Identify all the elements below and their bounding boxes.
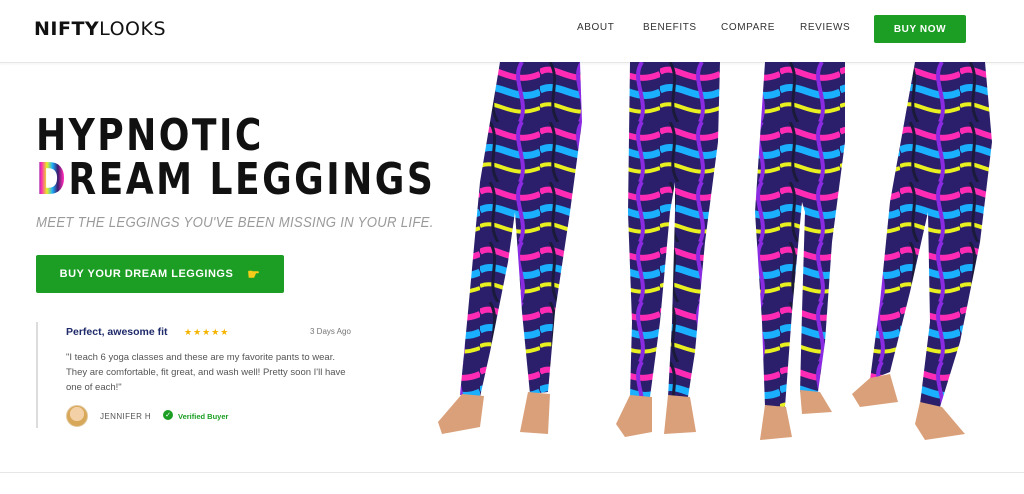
pointing-hand-icon: ☛ (247, 265, 261, 282)
legging-view-2 (616, 62, 720, 437)
hero-subtitle: MEET THE LEGGINGS YOU'VE BEEN MISSING IN… (36, 214, 434, 231)
nav-reviews[interactable]: REVIEWS (800, 22, 850, 33)
hero-title-line2: DREAM LEGGINGS (36, 158, 435, 202)
legging-view-4 (852, 62, 992, 440)
reviewer-name: JENNIFER H (100, 412, 152, 421)
hero-title-line2-rest: REAM LEGGINGS (68, 154, 436, 205)
logo-light: LOOKS (99, 18, 167, 40)
nav-about[interactable]: ABOUT (577, 22, 614, 33)
avatar (66, 405, 88, 427)
legging-view-3 (755, 62, 845, 440)
buy-dream-leggings-button[interactable]: BUY YOUR DREAM LEGGINGS ☛ (36, 255, 284, 293)
logo-bold: NIFTY (34, 18, 100, 40)
nav-benefits[interactable]: BENEFITS (643, 22, 697, 33)
hero-title-patterned-letter: D (36, 154, 69, 205)
review-date: 3 Days Ago (310, 327, 351, 336)
logo[interactable]: NIFTYLOOKS (34, 18, 166, 40)
hero-title-line1: HYPNOTIC (36, 110, 264, 161)
review-body: "I teach 6 yoga classes and these are my… (66, 352, 346, 393)
verified-buyer-label: Verified Buyer (178, 412, 229, 421)
bottom-divider (0, 472, 1024, 473)
review-title: Perfect, awesome fit (66, 326, 168, 338)
verified-check-icon: ✓ (163, 410, 173, 420)
legging-view-1 (438, 62, 582, 434)
site-header: NIFTYLOOKS ABOUT BENEFITS COMPARE REVIEW… (0, 0, 1024, 63)
star-rating-icon: ★★★★★ (184, 327, 230, 337)
nav-compare[interactable]: COMPARE (721, 22, 775, 33)
product-image-leggings (438, 62, 992, 440)
review-card: Perfect, awesome fit ★★★★★ 3 Days Ago "I… (36, 322, 356, 428)
buy-now-button[interactable]: BUY NOW (874, 15, 966, 43)
cta-label: BUY YOUR DREAM LEGGINGS (59, 268, 234, 280)
